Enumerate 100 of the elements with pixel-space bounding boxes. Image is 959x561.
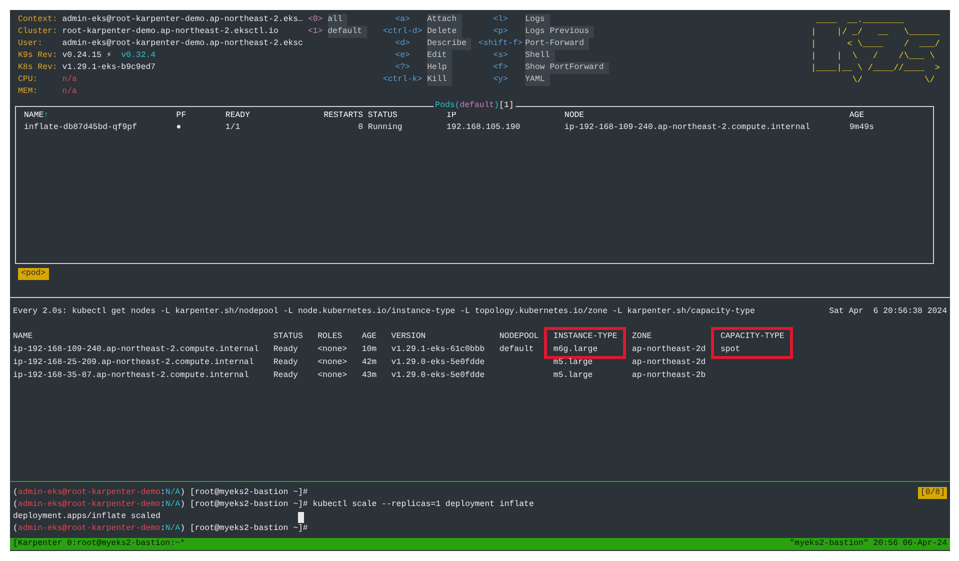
shell-line: (admin-eks@root-karpenter-demo:N/A) [root@myeks2-bastion ~]# xyxy=(13,487,308,499)
info-label: K9s Rev: xyxy=(18,50,58,62)
table-cell-text: m5.large xyxy=(553,370,594,382)
watch-command: Every 2.0s: kubectl get nodes -L karpenter.sh/nodepool -L node.kubernetes.io/instance-type -L topology.kubernetes.io/zone -L karpenter.sh/capacity-type xyxy=(13,306,755,318)
table-cell-text: spot xyxy=(720,344,742,356)
table-cell-text: v1.29.0-eks-5e0fdde xyxy=(391,357,486,369)
info-value: n/a xyxy=(62,87,77,96)
table-cell[interactable]: 192.168.105.190 xyxy=(446,122,564,134)
breadcrumb[interactable]: <pod> xyxy=(18,268,49,280)
info-label: MEM: xyxy=(18,86,39,98)
column-header: CAPACITY-TYPE xyxy=(720,331,784,343)
column-header[interactable]: RESTARTS xyxy=(324,110,363,122)
table-cell[interactable]: 1/1 xyxy=(225,122,324,134)
column-header: STATUS xyxy=(273,331,304,343)
table-cell-text: ip-192-168-109-240.ap-northeast-2.compute.internal xyxy=(13,344,260,356)
namespace-shortcut[interactable]: default xyxy=(328,26,367,38)
hotkey-key: <d> xyxy=(378,38,428,50)
info-label: Cluster: xyxy=(18,26,58,38)
column-header[interactable]: NODE xyxy=(564,110,850,122)
table-cell-text: <none> xyxy=(318,344,348,356)
info-label: CPU: xyxy=(18,74,39,86)
hotkey-action[interactable]: Attach xyxy=(427,14,462,26)
table-cell[interactable]: 9m49s xyxy=(849,122,899,134)
table-cell-text: ap-northeast-2d xyxy=(632,344,707,356)
table-cell-text: 10m xyxy=(362,344,378,356)
k9s-logo: ____ __.________ | |/ _/ __ \______ | < \____ / ___/ | | \ / /\___ \ |____|__ \ /____//____ > \/ \/ xyxy=(811,14,940,87)
info-value: v1.29.1-eks-b9c9ed7 xyxy=(62,63,156,72)
hotkey-key: <shift-f> xyxy=(476,38,526,50)
shell-line: (admin-eks@root-karpenter-demo:N/A) [root@myeks2-bastion ~]# xyxy=(13,523,308,535)
hotkey-action[interactable]: Kill xyxy=(427,74,452,86)
hotkey-key: <p> xyxy=(476,26,526,38)
hotkey-action[interactable]: Help xyxy=(427,62,452,74)
hotkey-key: <e> xyxy=(378,50,428,62)
table-cell[interactable]: inflate-db87d45bd-qf9pf xyxy=(24,122,176,134)
column-header: NODEPOOL xyxy=(499,331,540,343)
table-cell-text: ip-192-168-35-87.ap-northeast-2.compute.internal xyxy=(13,370,250,382)
namespace-key: <1> xyxy=(308,26,328,38)
table-cell-text: <none> xyxy=(318,357,348,369)
shell-line: deployment.apps/inflate scaled xyxy=(13,511,160,523)
info-label: K8s Rev: xyxy=(18,62,58,74)
column-header[interactable]: AGE xyxy=(849,110,899,122)
column-header: ROLES xyxy=(318,331,344,343)
table-cell[interactable]: 0 xyxy=(324,122,363,134)
info-value: root-karpenter-demo.ap-northeast-2.eksctl.io xyxy=(62,27,278,36)
info-value: n/a xyxy=(62,75,77,84)
pane-title: Pods(default)[1] xyxy=(433,100,516,112)
table-cell-text: v1.29.0-eks-5e0fdde xyxy=(391,370,486,382)
tmux-window-name[interactable]: [Karpenter 0:root@myeks2-bastion:~* xyxy=(13,538,185,550)
hotkey-key: <a> xyxy=(378,14,428,26)
table-cell-text: m5.large xyxy=(553,357,594,369)
column-header: ZONE xyxy=(632,331,653,343)
table-cell-text: Ready xyxy=(273,344,299,356)
namespace-key: <0> xyxy=(308,14,328,26)
info-value: admin-eks@root-karpenter-demo.ap-northeast-2.eks… xyxy=(62,15,303,24)
tmux-status-right: "myeks2-bastion" 20:56 06-Apr-24 xyxy=(790,538,947,550)
hotkey-action[interactable]: Logs xyxy=(525,14,550,26)
info-label: User: xyxy=(18,38,44,50)
column-header[interactable]: NAME↑ xyxy=(24,110,176,122)
table-cell-text: ap-northeast-2d xyxy=(632,357,707,369)
column-header: NAME xyxy=(13,331,34,343)
hotkey-key: <ctrl-k> xyxy=(378,74,428,86)
table-cell[interactable]: Running xyxy=(368,122,447,134)
hotkey-action[interactable]: YAML xyxy=(525,74,550,86)
version-update: v0.32.4 xyxy=(121,51,156,60)
column-header[interactable]: STATUS xyxy=(368,110,447,122)
info-value: v0.24.15 ⚡ xyxy=(62,51,112,60)
hotkey-key: <s> xyxy=(476,50,526,62)
column-header[interactable]: PF xyxy=(176,110,226,122)
table-cell-text: ap-northeast-2b xyxy=(632,370,707,382)
table-cell-text: ip-192-168-25-209.ap-northeast-2.compute.internal xyxy=(13,357,255,369)
hotkey-key: <l> xyxy=(476,14,526,26)
hotkey-action[interactable]: Logs Previous xyxy=(525,26,594,38)
table-cell-text: m6g.large xyxy=(553,344,599,356)
column-header: AGE xyxy=(362,331,378,343)
table-cell-text: Ready xyxy=(273,370,299,382)
table-cell-text: 43m xyxy=(362,370,378,382)
table-cell-text: 42m xyxy=(362,357,378,369)
pane-counter: [0/8] xyxy=(918,487,947,499)
namespace-shortcut[interactable]: all xyxy=(328,14,348,26)
hotkey-action[interactable]: Describe xyxy=(427,38,472,50)
hotkey-action[interactable]: Delete xyxy=(427,26,462,38)
table-cell-text: <none> xyxy=(318,370,348,382)
info-value: admin-eks@root-karpenter-demo.ap-northeast-2.eksc xyxy=(62,39,303,48)
column-header: INSTANCE-TYPE xyxy=(553,331,618,343)
hotkey-key: <?> xyxy=(378,62,428,74)
column-header[interactable]: READY xyxy=(225,110,324,122)
watch-timestamp: Sat Apr 6 20:56:38 2024 xyxy=(829,306,947,318)
table-cell[interactable]: ip-192-168-109-240.ap-northeast-2.compute.internal xyxy=(564,122,850,134)
hotkey-key: <y> xyxy=(476,74,526,86)
hotkey-action[interactable]: Edit xyxy=(427,50,452,62)
table-cell-text: v1.29.1-eks-61c0bbb xyxy=(391,344,486,356)
hotkey-action[interactable]: Show PortForward xyxy=(525,62,609,74)
table-cell[interactable]: ● xyxy=(176,122,226,134)
hotkey-key: <ctrl-d> xyxy=(378,26,428,38)
shell-line: (admin-eks@root-karpenter-demo:N/A) [root@myeks2-bastion ~]# kubectl scale --replicas=1 deployment inflate xyxy=(13,499,534,511)
column-header: VERSION xyxy=(391,331,427,343)
hotkey-key: <f> xyxy=(476,62,526,74)
hotkey-action[interactable]: Port-Forward xyxy=(525,38,589,50)
hotkey-action[interactable]: Shell xyxy=(525,50,555,62)
table-cell-text: Ready xyxy=(273,357,299,369)
